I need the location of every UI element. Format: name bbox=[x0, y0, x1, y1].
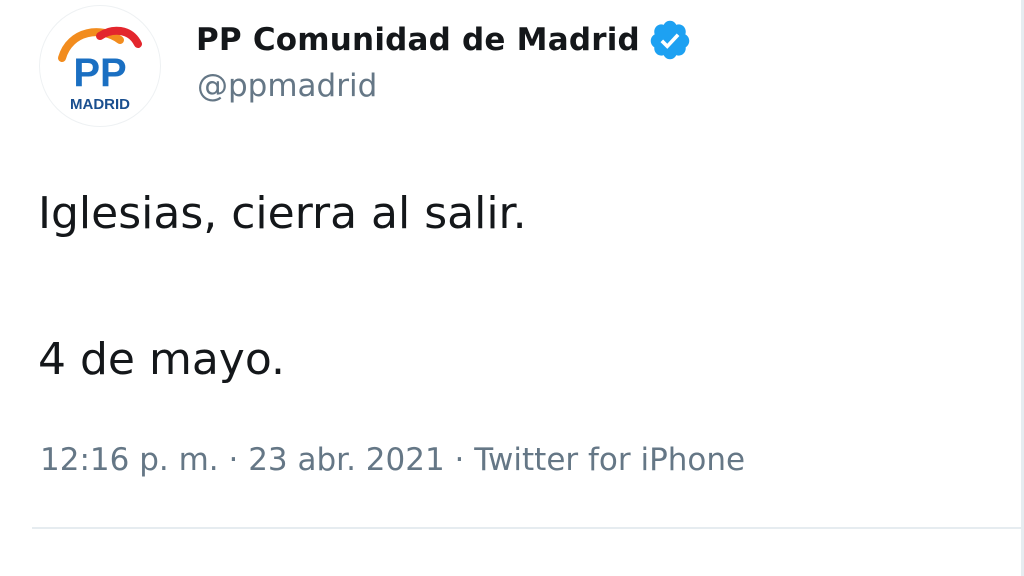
tweet-time-link[interactable]: 12:16 p. m. · 23 abr. 2021 bbox=[40, 442, 445, 478]
meta-separator: · bbox=[218, 442, 249, 478]
tweet-text-line-1: Iglesias, cierra al salir. bbox=[38, 188, 527, 239]
verified-badge-icon bbox=[648, 18, 692, 62]
pp-madrid-logo: PP MADRID bbox=[58, 26, 142, 113]
user-handle[interactable]: @ppmadrid bbox=[197, 68, 377, 104]
tweet-card: PP MADRID PP Comunidad de Madrid @ppmadr… bbox=[0, 0, 1024, 576]
tweet-date: 23 abr. 2021 bbox=[248, 442, 445, 478]
meta-separator: · bbox=[444, 442, 475, 478]
avatar[interactable]: PP MADRID bbox=[40, 6, 160, 126]
tweet-text-line-2: 4 de mayo. bbox=[38, 334, 285, 385]
tweet-source-link[interactable]: Twitter for iPhone bbox=[474, 442, 745, 478]
tweet-time: 12:16 p. m. bbox=[40, 442, 219, 478]
tweet-meta: 12:16 p. m. · 23 abr. 2021 · Twitter for… bbox=[40, 442, 745, 478]
divider bbox=[32, 527, 1024, 529]
author-row: PP Comunidad de Madrid bbox=[196, 18, 692, 62]
logo-text: PP bbox=[73, 51, 126, 95]
display-name[interactable]: PP Comunidad de Madrid bbox=[196, 22, 640, 58]
logo-subtext: MADRID bbox=[70, 96, 130, 113]
